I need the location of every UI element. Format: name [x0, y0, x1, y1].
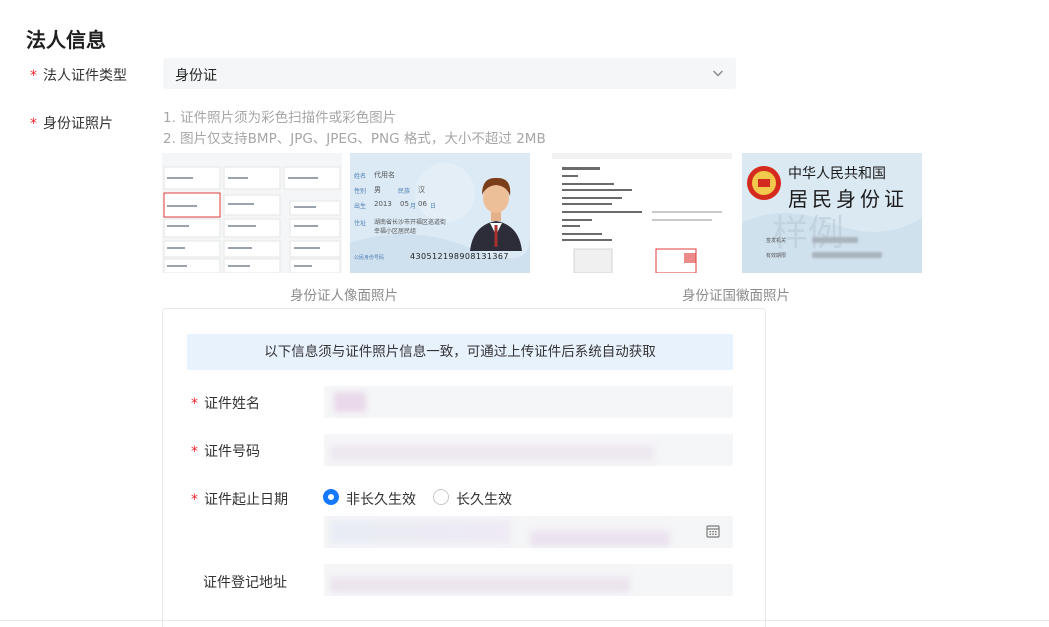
card-addr-key: 住址: [354, 220, 367, 227]
card-back-issuer-blur: [812, 237, 858, 243]
bottom-divider: [0, 620, 1049, 621]
info-banner: 以下信息须与证件照片信息一致，可通过上传证件后系统自动获取: [187, 334, 733, 370]
card-back-issuer-key: 签发机关: [766, 238, 787, 244]
card-idno-key: 公民身份号码: [354, 255, 385, 261]
section-title: 法人信息: [26, 28, 106, 52]
radio-permanent[interactable]: [433, 489, 449, 505]
required-mark: *: [30, 68, 37, 84]
card-back-line-1: 中华人民共和国: [788, 166, 886, 182]
validity-label-text: 证件起止日期: [204, 492, 288, 508]
id-card-back-sample-image: 样例 中华人民共和国 居民身份证 签发机关 有效期限: [742, 153, 922, 273]
required-mark: *: [191, 444, 198, 460]
id-type-label: * 法人证件类型: [30, 65, 127, 85]
card-nation-val: 汉: [418, 186, 425, 194]
card-sex-val: 男: [374, 186, 381, 194]
name-label: * 证件姓名: [191, 393, 260, 413]
back-photo-caption: 身份证国徽面照片: [682, 288, 790, 304]
address-label: 证件登记地址: [203, 575, 287, 591]
name-input[interactable]: [324, 386, 733, 418]
number-input-redacted: [330, 438, 654, 462]
validity-label: * 证件起止日期: [191, 489, 288, 509]
card-birth-key: 出生: [354, 203, 367, 210]
chevron-down-icon: [712, 70, 724, 77]
card-sex-key: 性别: [354, 188, 367, 195]
card-birth-month: 05: [400, 200, 409, 208]
radio-non-permanent[interactable]: [323, 489, 339, 505]
number-label-text: 证件号码: [204, 444, 260, 460]
front-upload-example-image: [162, 153, 342, 273]
radio-non-permanent-label[interactable]: 非长久生效: [346, 489, 416, 509]
address-input[interactable]: [324, 564, 733, 596]
id-type-select[interactable]: 身份证: [163, 58, 736, 89]
required-mark: *: [30, 116, 37, 132]
number-input[interactable]: [324, 434, 733, 466]
photo-hint-1: 1. 证件照片须为彩色扫描件或彩色图片: [163, 110, 397, 126]
date-range-input[interactable]: [324, 516, 733, 548]
card-name-val: 代用名: [374, 171, 395, 179]
back-upload-example-image: [552, 153, 732, 273]
svg-text:样例: 样例: [772, 213, 844, 254]
card-back-valid-blur: [812, 252, 882, 258]
card-idno-val: 430512198908131367: [410, 252, 509, 261]
card-birth-day-unit: 日: [430, 203, 437, 210]
front-photo-caption: 身份证人像面照片: [290, 288, 398, 304]
required-mark: *: [191, 492, 198, 508]
address-input-redacted: [330, 570, 630, 592]
card-birth-month-unit: 月: [410, 203, 417, 210]
number-label: * 证件号码: [191, 441, 260, 461]
radio-permanent-label[interactable]: 长久生效: [456, 489, 512, 509]
card-birth-val: 2013: [374, 200, 392, 208]
calendar-icon[interactable]: [706, 524, 720, 538]
card-addr-val-1: 湖南省长沙市开福区巡道街: [374, 219, 447, 226]
name-input-redacted: [334, 392, 366, 412]
card-birth-day: 06: [418, 200, 427, 208]
id-card-front-sample-image: 姓名 代用名 性别 男 民族 汉 出生 2013 05 月 06 日 住址 湖南…: [350, 153, 530, 273]
date-end-redacted: [530, 524, 670, 546]
card-addr-val-2: 幸福小区居民组: [374, 228, 417, 235]
id-type-select-value: 身份证: [175, 68, 217, 84]
card-name-key: 姓名: [354, 173, 367, 180]
id-photo-label-text: 身份证照片: [43, 116, 113, 132]
date-start-redacted: [330, 520, 510, 544]
id-photo-label: * 身份证照片: [30, 113, 113, 133]
name-label-text: 证件姓名: [204, 396, 260, 412]
id-type-label-text: 法人证件类型: [43, 68, 127, 84]
card-back-line-2: 居民身份证: [788, 187, 908, 211]
card-back-valid-key: 有效期限: [766, 253, 787, 259]
photo-hint-2: 2. 图片仅支持BMP、JPG、JPEG、PNG 格式，大小不超过 2MB: [163, 131, 546, 147]
card-nation-key: 民族: [398, 188, 411, 195]
required-mark: *: [191, 396, 198, 412]
